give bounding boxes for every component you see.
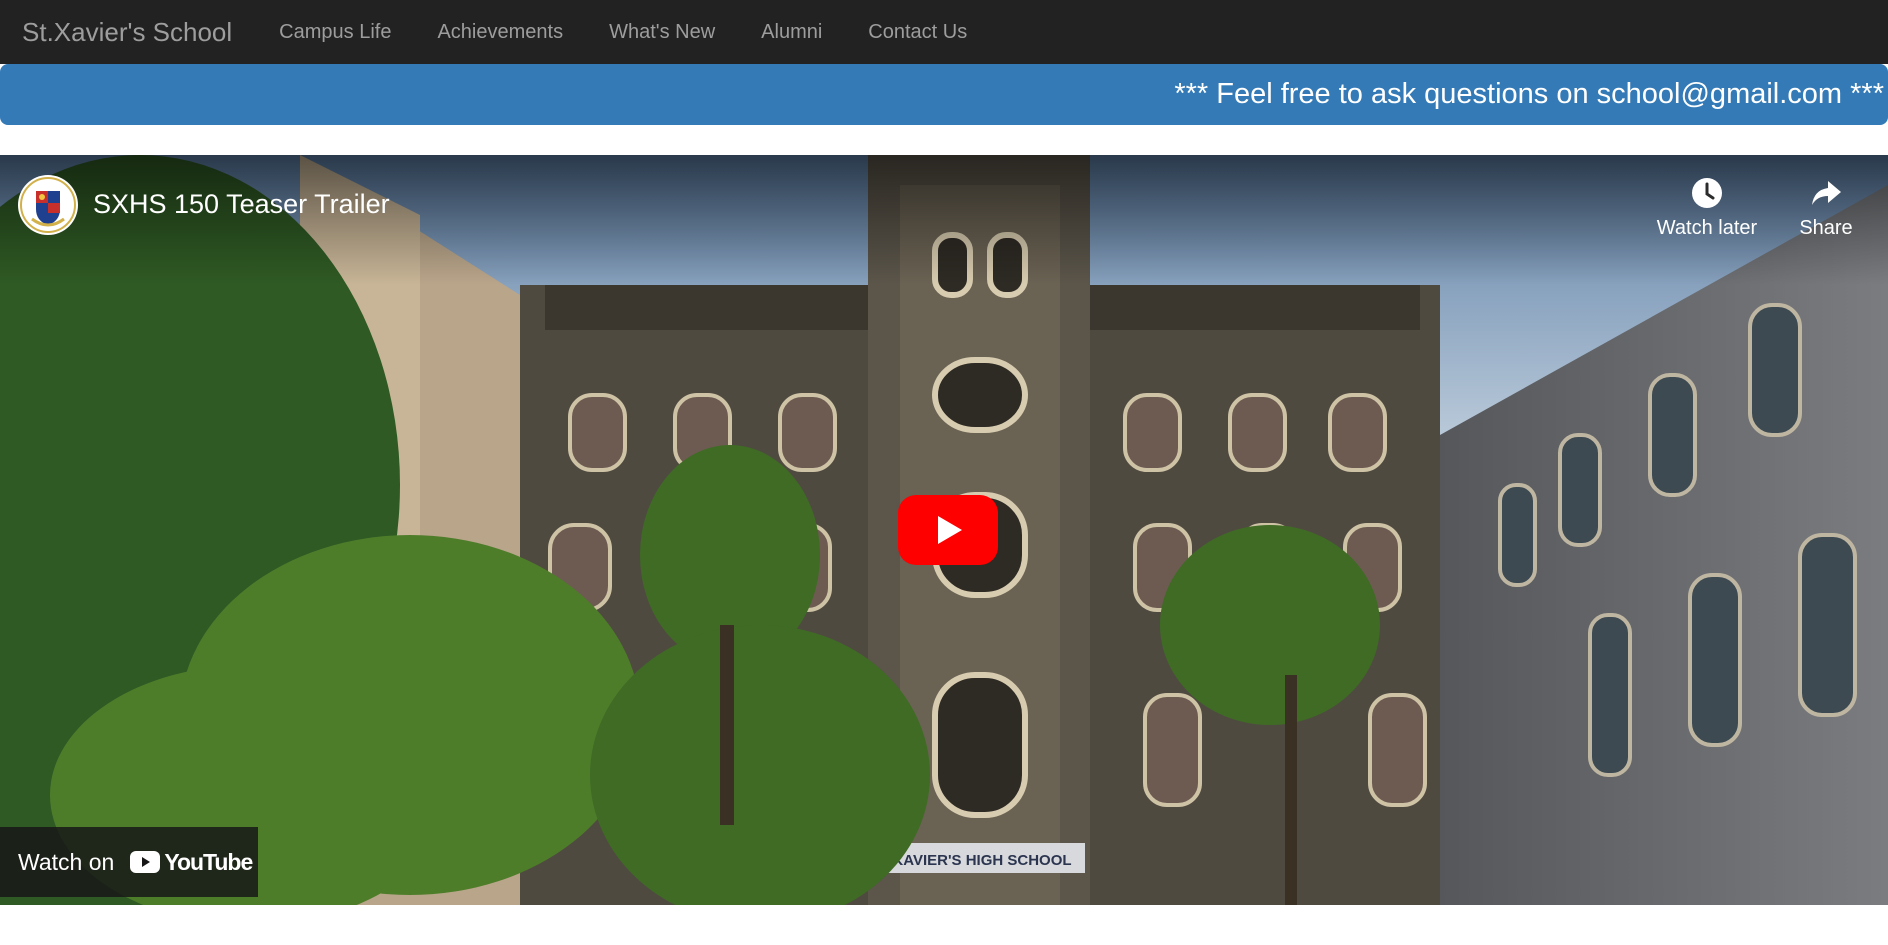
- brand-link[interactable]: St.Xavier's School: [22, 17, 232, 48]
- marquee-text: *** Feel free to ask questions on school…: [1174, 78, 1884, 110]
- announcement-marquee: *** Feel free to ask questions on school…: [0, 64, 1888, 125]
- play-icon: [898, 495, 998, 565]
- clock-icon: [1692, 178, 1722, 208]
- nav-link-achievements[interactable]: Achievements: [414, 21, 586, 44]
- top-navbar: St.Xavier's School Campus Life Achieveme…: [0, 0, 1888, 64]
- video-embed[interactable]: KAVIER'S HIGH SCHOOL SXHS 150 Teaser Tra…: [0, 155, 1888, 905]
- play-button[interactable]: [898, 495, 998, 565]
- watch-on-youtube-button[interactable]: Watch on YouTube: [0, 827, 258, 897]
- watch-on-label: Watch on: [18, 848, 115, 875]
- nav-link-whats-new[interactable]: What's New: [586, 21, 738, 44]
- building-sign-text: KAVIER'S HIGH SCHOOL: [892, 852, 1071, 869]
- share-label: Share: [1799, 217, 1853, 239]
- youtube-logo-icon: YouTube: [130, 848, 253, 876]
- video-title[interactable]: SXHS 150 Teaser Trailer: [93, 189, 390, 220]
- channel-logo-icon[interactable]: [18, 175, 78, 235]
- nav-link-campus-life[interactable]: Campus Life: [256, 21, 414, 44]
- nav-link-contact-us[interactable]: Contact Us: [845, 21, 990, 44]
- watch-later-label: Watch later: [1656, 217, 1758, 239]
- youtube-wordmark: YouTube: [164, 848, 253, 875]
- top-gradient-overlay: [0, 155, 1888, 285]
- share-arrow-icon: [1812, 181, 1841, 205]
- share-button[interactable]: Share: [1766, 175, 1886, 240]
- watch-later-button[interactable]: Watch later: [1647, 175, 1767, 240]
- nav-link-alumni[interactable]: Alumni: [738, 21, 845, 44]
